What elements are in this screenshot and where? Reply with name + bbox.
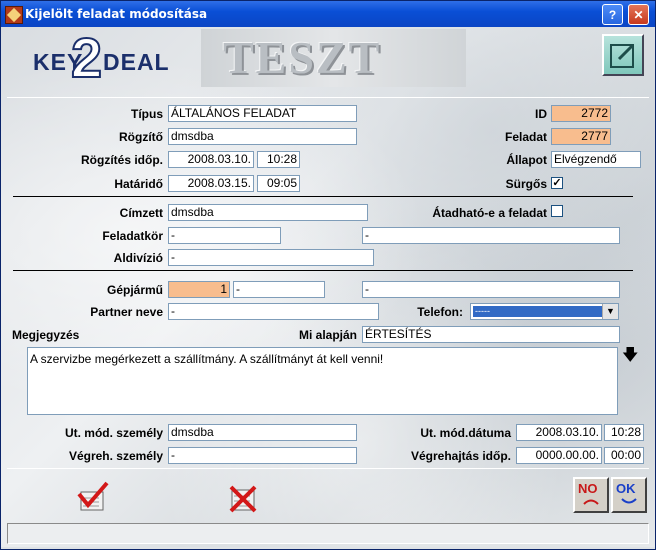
telefon-label: Telefon: [417, 305, 463, 319]
megjegyzes-textarea[interactable]: A szervizbe megérkezett a szállítmány. A… [27, 347, 618, 415]
feladat-label: Feladat [504, 130, 547, 144]
allapot-label: Állapot [506, 153, 547, 167]
section-divider [13, 196, 633, 197]
close-button[interactable]: ✕ [628, 4, 649, 25]
allapot-field[interactable]: Elvégzendő [551, 151, 641, 168]
app-icon [5, 6, 23, 24]
mi-alapjan-field[interactable]: ÉRTESÍTÉS [362, 326, 620, 343]
vegrehajtas-time-field[interactable]: 00:00 [604, 447, 644, 464]
delete-cross-icon[interactable] [224, 478, 262, 516]
rogzites-idop-label: Rögzítés időp. [81, 153, 163, 167]
ok-button[interactable]: OK [611, 477, 647, 513]
feladatkor-field[interactable]: - [168, 227, 281, 244]
feladat-field[interactable]: 2777 [551, 128, 611, 145]
partner-neve-label: Partner neve [90, 305, 163, 319]
telefon-select[interactable]: ----- ▼ [470, 303, 619, 320]
surgos-checkbox[interactable]: ✓ [551, 177, 563, 189]
environment-banner: TESZT [201, 29, 466, 87]
hatarido-label: Határidő [114, 177, 163, 191]
id-label: ID [535, 107, 547, 121]
mi-alapjan-label: Mi alapján [298, 328, 357, 342]
tipus-label: Típus [131, 107, 163, 121]
aldivizio-label: Aldivízió [113, 251, 163, 265]
dialog-window: Kijelölt feladat módosítása ? ✕ KEY 2 DE… [0, 0, 656, 550]
svg-text:NO: NO [578, 481, 598, 496]
gepjarmu-desc-field[interactable]: - [362, 281, 620, 298]
ut-mod-datuma-label: Ut. mód.dátuma [420, 426, 511, 440]
approve-check-icon[interactable] [73, 478, 111, 516]
hatarido-time-field[interactable]: 09:05 [257, 175, 300, 192]
separator [7, 468, 649, 469]
arrow-down-icon[interactable]: 🡇 [622, 348, 638, 365]
dropdown-arrow-icon[interactable]: ▼ [602, 304, 618, 319]
ut-mod-szemely-field[interactable]: dmsdba [168, 424, 357, 441]
atadhato-label: Átadható-e a feladat [432, 206, 547, 220]
no-button[interactable]: NO [573, 477, 609, 513]
window-title: Kijelölt feladat módosítása [25, 7, 208, 21]
atadhato-checkbox[interactable] [551, 205, 563, 217]
gepjarmu-plate-field[interactable]: - [233, 281, 325, 298]
status-bar [7, 523, 649, 544]
edit-icon[interactable] [602, 34, 644, 76]
help-button[interactable]: ? [602, 4, 623, 25]
telefon-selected-value: ----- [473, 306, 603, 317]
section-divider [13, 270, 633, 271]
id-field[interactable]: 2772 [551, 105, 611, 122]
feladatkor-desc-field[interactable]: - [362, 227, 620, 244]
svg-text:OK: OK [616, 481, 636, 496]
partner-neve-field[interactable]: - [168, 303, 379, 320]
rogzites-time-field[interactable]: 10:28 [257, 151, 300, 168]
ut-mod-time-field[interactable]: 10:28 [604, 424, 644, 441]
key2deal-logo: KEY 2 DEAL [33, 25, 170, 90]
vegrehajtas-idop-label: Végrehajtás időp. [410, 449, 511, 463]
tipus-field[interactable]: ÁLTALÁNOS FELADAT [168, 105, 357, 122]
vegreh-szemely-label: Végreh. személy [68, 449, 163, 463]
separator [7, 97, 649, 98]
cimzett-field[interactable]: dmsdba [168, 204, 368, 221]
vegrehajtas-date-field[interactable]: 0000.00.00. [516, 447, 602, 464]
gepjarmu-field[interactable]: 1 [168, 281, 230, 298]
gepjarmu-label: Gépjármű [106, 283, 163, 297]
surgos-label: Sürgős [505, 177, 547, 191]
title-bar[interactable]: Kijelölt feladat módosítása ? ✕ [1, 1, 655, 27]
rogzito-label: Rögzítő [119, 130, 163, 144]
vegreh-szemely-field[interactable]: - [168, 447, 357, 464]
rogzito-field[interactable]: dmsdba [168, 128, 357, 145]
ut-mod-date-field[interactable]: 2008.03.10. [516, 424, 602, 441]
aldivizio-field[interactable]: - [168, 249, 374, 266]
rogzites-date-field[interactable]: 2008.03.10. [168, 151, 254, 168]
ut-mod-szemely-label: Ut. mód. személy [64, 426, 163, 440]
cimzett-label: Címzett [119, 206, 163, 220]
megjegyzes-label: Megjegyzés [12, 328, 80, 342]
hatarido-date-field[interactable]: 2008.03.15. [168, 175, 254, 192]
feladatkor-label: Feladatkör [102, 229, 163, 243]
